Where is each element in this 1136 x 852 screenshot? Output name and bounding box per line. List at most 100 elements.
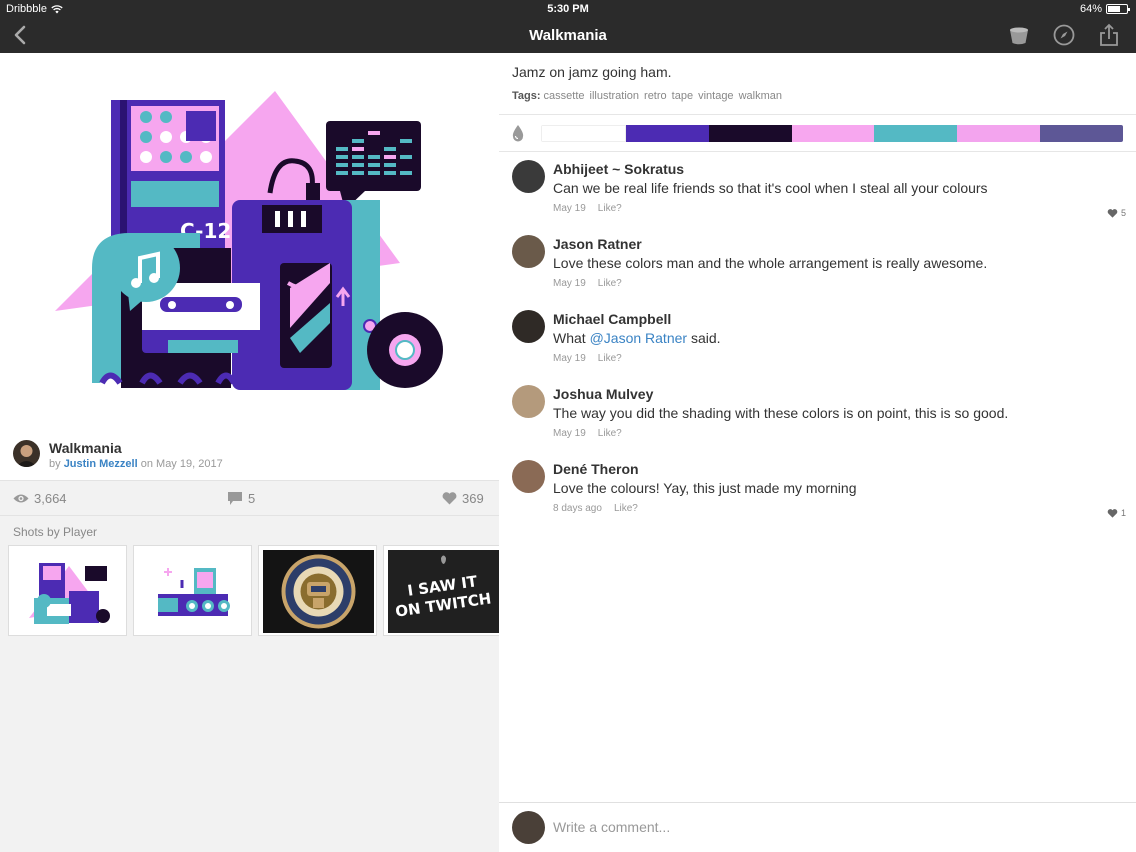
tag-cassette[interactable]: cassette bbox=[544, 90, 585, 102]
tag-retro[interactable]: retro bbox=[644, 90, 667, 102]
user-mention-link[interactable]: @Jason Ratner bbox=[590, 330, 687, 346]
shot-stats: 3,664 5 369 bbox=[0, 481, 499, 516]
tag-illustration[interactable]: illustration bbox=[590, 90, 640, 102]
like-comment-button[interactable]: Like? bbox=[598, 203, 622, 214]
retro-devices-thumb-image bbox=[134, 546, 251, 635]
tags-label: Tags: bbox=[512, 90, 541, 102]
comment-icon bbox=[228, 492, 242, 505]
comment-likes: 5 bbox=[1107, 208, 1126, 218]
badge-thumb[interactable] bbox=[258, 545, 377, 636]
color-palette bbox=[541, 125, 1123, 142]
divider bbox=[499, 151, 1136, 152]
comment-date: May 19 bbox=[553, 203, 586, 214]
badge-thumb-image bbox=[259, 546, 376, 635]
likes-stat[interactable]: 369 bbox=[442, 491, 484, 506]
shots-by-player-label: Shots by Player bbox=[13, 525, 98, 539]
tag-vintage[interactable]: vintage bbox=[698, 90, 733, 102]
author-link[interactable]: Justin Mezzell bbox=[64, 458, 138, 470]
like-comment-button[interactable]: Like? bbox=[598, 353, 622, 364]
comment-likes: 1 bbox=[1107, 508, 1126, 518]
commenter-avatar[interactable] bbox=[512, 160, 545, 193]
commenter-avatar[interactable] bbox=[512, 385, 545, 418]
on-label: on bbox=[140, 458, 153, 470]
status-time: 5:30 PM bbox=[547, 3, 589, 15]
comment-meta: May 19 Like? bbox=[553, 428, 622, 439]
comment-item: Michael Campbell What @Jason Ratner said… bbox=[499, 303, 1136, 378]
comment-like-count: 5 bbox=[1120, 208, 1126, 218]
eye-icon bbox=[13, 494, 29, 503]
comment-text: Love the colours! Yay, this just made my… bbox=[553, 480, 857, 496]
palette-swatch[interactable] bbox=[957, 125, 1041, 142]
commenter-name[interactable]: Joshua Mulvey bbox=[553, 386, 653, 402]
tag-list: Tags: cassette illustration retro tape v… bbox=[512, 90, 787, 102]
comment-meta: 8 days ago Like? bbox=[553, 503, 638, 514]
shot-detail-pane: C-120 Walkmania by Justin Mezzell on May… bbox=[0, 53, 502, 852]
comment-text-before: What bbox=[553, 330, 590, 346]
commenter-name[interactable]: Michael Campbell bbox=[553, 311, 671, 327]
comment-text: What @Jason Ratner said. bbox=[553, 330, 721, 346]
comments-stat[interactable]: 5 bbox=[227, 491, 255, 506]
comment-date: May 19 bbox=[553, 428, 586, 439]
compass-icon[interactable] bbox=[1051, 22, 1077, 48]
comment-meta: May 19 Like? bbox=[553, 203, 622, 214]
palette-swatch[interactable] bbox=[1040, 125, 1123, 142]
comment-text: The way you did the shading with these c… bbox=[553, 405, 1009, 421]
commenter-avatar[interactable] bbox=[512, 310, 545, 343]
shot-author-bar: Walkmania by Justin Mezzell on May 19, 2… bbox=[0, 431, 499, 481]
heart-icon bbox=[1107, 508, 1118, 518]
like-comment-button[interactable]: Like? bbox=[598, 278, 622, 289]
shot-description: Jamz on jamz going ham. bbox=[512, 64, 672, 80]
heart-icon bbox=[1107, 208, 1118, 218]
commenter-name[interactable]: Abhijeet ~ Sokratus bbox=[553, 161, 684, 177]
comment-meta: May 19 Like? bbox=[553, 278, 622, 289]
comment-input[interactable] bbox=[553, 816, 1113, 838]
tag-tape[interactable]: tape bbox=[672, 90, 693, 102]
likes-count: 369 bbox=[462, 491, 484, 506]
shot-image[interactable]: C-120 bbox=[0, 53, 499, 431]
commenter-avatar[interactable] bbox=[512, 235, 545, 268]
comment-composer bbox=[499, 802, 1136, 852]
twitch-thumb[interactable]: I SAW IT ON TWITCH bbox=[383, 545, 502, 636]
comment-meta: May 19 Like? bbox=[553, 353, 622, 364]
palette-swatch[interactable] bbox=[625, 125, 709, 142]
like-comment-button[interactable]: Like? bbox=[614, 503, 638, 514]
share-icon[interactable] bbox=[1096, 22, 1122, 48]
commenter-name[interactable]: Jason Ratner bbox=[553, 236, 642, 252]
commenter-name[interactable]: Dené Theron bbox=[553, 461, 639, 477]
current-user-avatar bbox=[512, 811, 545, 844]
comment-date: 8 days ago bbox=[553, 503, 602, 514]
palette-swatch[interactable] bbox=[874, 125, 958, 142]
comment-item: Joshua Mulvey The way you did the shadin… bbox=[499, 378, 1136, 453]
palette-swatch[interactable] bbox=[541, 125, 626, 142]
comment-item: Abhijeet ~ Sokratus Can we be real life … bbox=[499, 153, 1136, 228]
status-bar: Dribbble 5:30 PM 64% bbox=[0, 0, 1136, 18]
by-label: by bbox=[49, 458, 61, 470]
walkmania-thumb[interactable] bbox=[8, 545, 127, 636]
author-avatar[interactable] bbox=[13, 440, 40, 467]
comment-text-after: said. bbox=[687, 330, 721, 346]
shot-title: Walkmania bbox=[49, 440, 122, 456]
comment-item: Dené Theron Love the colours! Yay, this … bbox=[499, 453, 1136, 528]
heart-icon bbox=[442, 492, 457, 505]
twitch-thumb-image: I SAW IT ON TWITCH bbox=[384, 546, 501, 635]
tag-walkman[interactable]: walkman bbox=[739, 90, 782, 102]
retro-devices-thumb[interactable] bbox=[133, 545, 252, 636]
droplet-icon bbox=[512, 125, 524, 142]
palette-swatch[interactable] bbox=[708, 125, 792, 142]
commenter-avatar[interactable] bbox=[512, 460, 545, 493]
views-count: 3,664 bbox=[34, 491, 67, 506]
shot-info-pane: Jamz on jamz going ham. Tags: cassette i… bbox=[499, 53, 1136, 852]
battery-info: 64% bbox=[1079, 3, 1130, 15]
shot-byline: by Justin Mezzell on May 19, 2017 bbox=[49, 458, 223, 470]
comment-text: Can we be real life friends so that it's… bbox=[553, 180, 988, 196]
palette-swatch[interactable] bbox=[791, 125, 875, 142]
views-stat: 3,664 bbox=[13, 491, 67, 506]
nav-bar: Walkmania bbox=[0, 18, 1136, 53]
comment-date: May 19 bbox=[553, 353, 586, 364]
comments-count: 5 bbox=[248, 491, 256, 506]
like-comment-button[interactable]: Like? bbox=[598, 428, 622, 439]
bucket-icon[interactable] bbox=[1006, 22, 1032, 48]
comment-like-count: 1 bbox=[1120, 508, 1126, 518]
battery-percent: 64% bbox=[1079, 3, 1102, 15]
color-palette-row bbox=[499, 115, 1136, 151]
